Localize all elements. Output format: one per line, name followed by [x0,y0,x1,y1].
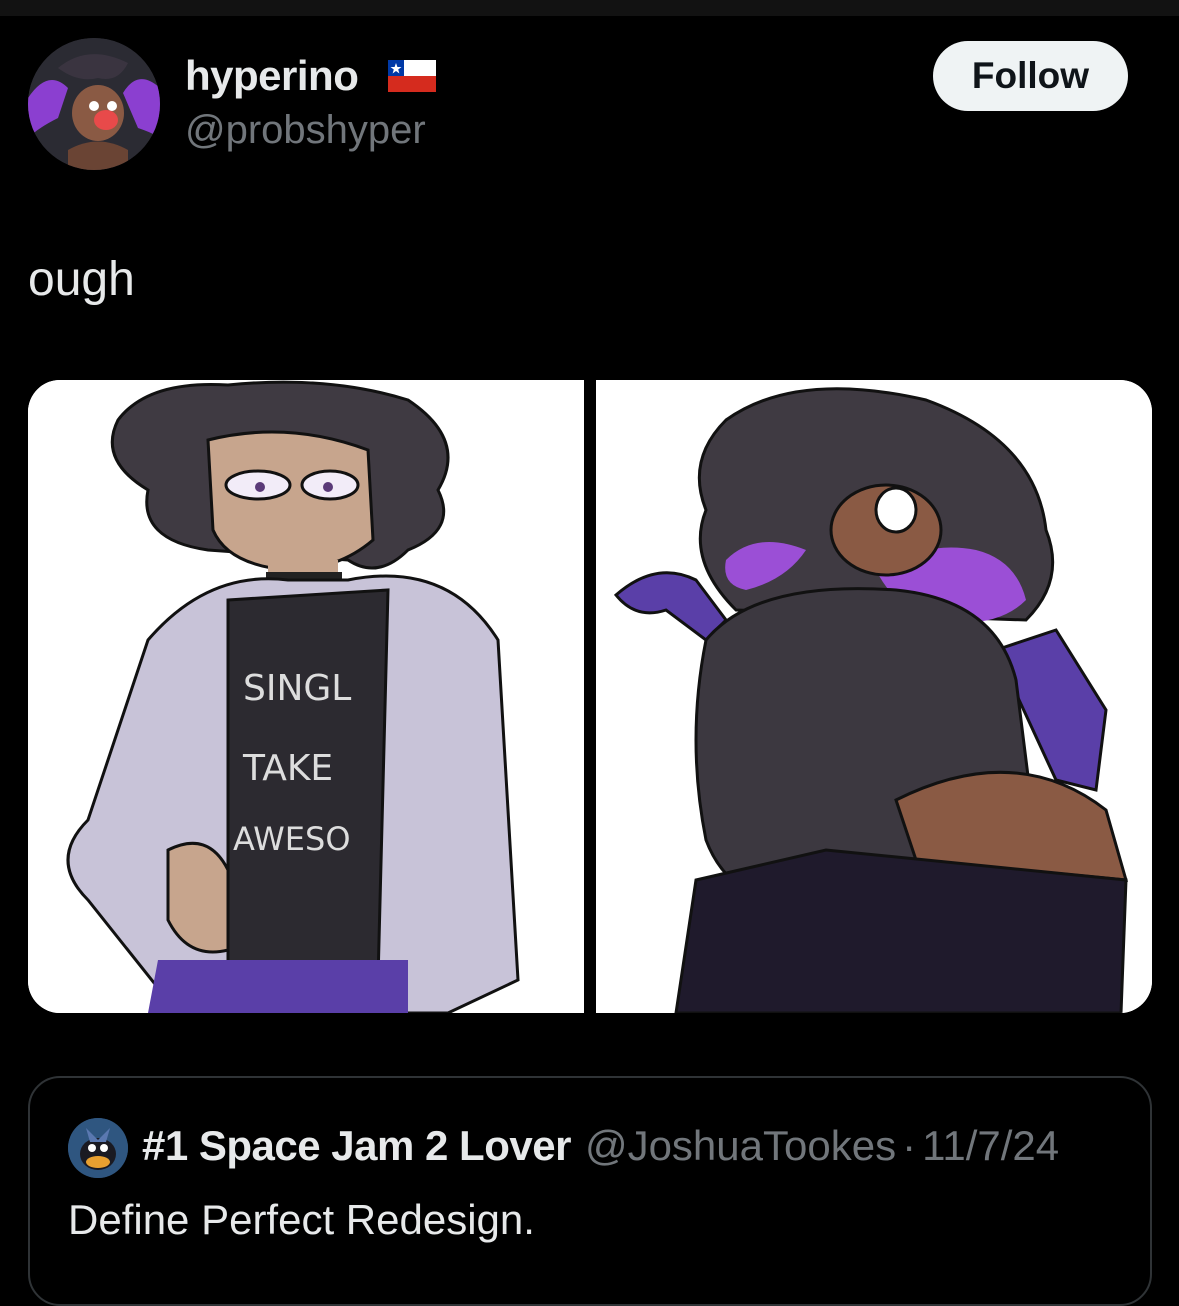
quoted-handle[interactable]: @JoshuaTookes [585,1122,896,1170]
post-media[interactable]: SINGL TAKE AWESO [28,380,1152,1013]
media-image-left[interactable]: SINGL TAKE AWESO [28,380,584,1013]
svg-text:AWESO: AWESO [233,820,351,858]
author-name[interactable]: hyperino [185,52,359,100]
svg-text:SINGL: SINGL [243,668,351,709]
quoted-post[interactable]: #1 Space Jam 2 Lover @JoshuaTookes · 11/… [28,1076,1152,1306]
quoted-text: Define Perfect Redesign. [68,1196,535,1243]
follow-button[interactable]: Follow [933,41,1128,111]
quoted-date[interactable]: 11/7/24 [922,1122,1059,1170]
quoted-name[interactable]: #1 Space Jam 2 Lover [142,1122,571,1170]
author-avatar[interactable] [28,38,160,170]
author-handle[interactable]: @probshyper [185,108,426,153]
quoted-avatar[interactable] [68,1118,128,1178]
chile-flag-icon [388,60,436,92]
separator-dot: · [902,1122,917,1169]
top-bar [0,0,1179,16]
media-image-right[interactable] [596,380,1152,1013]
quoted-header: #1 Space Jam 2 Lover @JoshuaTookes · 11/… [142,1122,1059,1170]
post-text: ough [28,253,135,306]
svg-text:TAKE: TAKE [242,748,333,789]
